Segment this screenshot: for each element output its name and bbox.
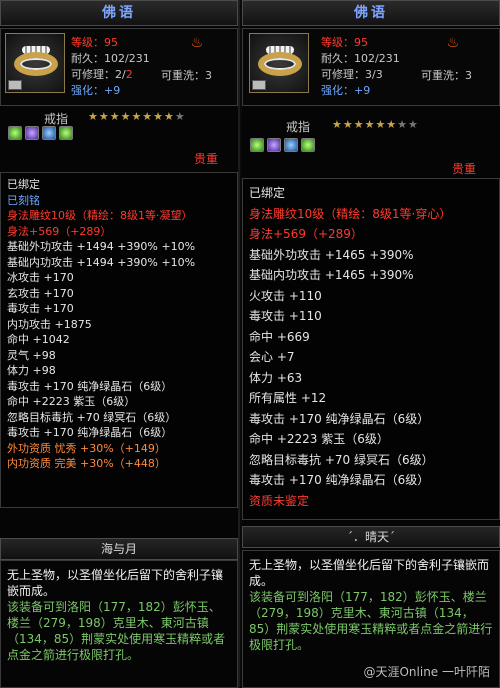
item-reset: 可重洗：3 bbox=[421, 69, 472, 82]
item-repair: 可修理：3/3 bbox=[321, 68, 383, 81]
attr-line: 毒攻击 +170 bbox=[7, 302, 74, 315]
item-enhance: 强化：+9 bbox=[71, 84, 121, 97]
attr-line: 外功资质 忧秀 +30%（+149） bbox=[7, 441, 166, 455]
rarity-label: 贵重 bbox=[194, 152, 219, 166]
gem-slot-green-icon[interactable] bbox=[250, 138, 264, 152]
attr-line: 毒攻击 +170 纯净绿晶石（6级） bbox=[249, 473, 430, 487]
fire-icon: ♨ bbox=[446, 35, 460, 51]
attr-line: 身法+569（+289） bbox=[7, 224, 112, 238]
gem-slot-purple-icon[interactable] bbox=[25, 126, 39, 140]
star-rating: ★★★★★★★★ bbox=[332, 118, 419, 131]
item-title: 佛语 bbox=[242, 0, 500, 26]
attr-line: 灵气 +98 bbox=[7, 348, 56, 362]
bound-badge-icon bbox=[252, 80, 266, 90]
owner-name: ´．晴天´ bbox=[242, 526, 500, 548]
attr-line: 身法雕纹10级（精绘：8级1等·穿心） bbox=[249, 206, 452, 221]
attr-line: 身法雕纹10级（精绘：8级1等·凝望） bbox=[7, 209, 193, 222]
attr-line: 会心 +7 bbox=[249, 350, 295, 364]
attr-line: 忽略目标毒抗 +70 绿冥石（6级） bbox=[249, 452, 434, 467]
attr-line: 冰攻击 +170 bbox=[7, 271, 74, 284]
socket-hint-text: 该装备可到洛阳（177，182）彭怀玉、楼兰（279，198）克里木、東河古镇（… bbox=[249, 590, 493, 652]
gem-slots bbox=[8, 126, 73, 140]
attr-line: 体力 +98 bbox=[7, 364, 56, 377]
ring-band-icon bbox=[258, 52, 302, 76]
gem-slots bbox=[250, 138, 315, 152]
gem-slot-green-icon[interactable] bbox=[8, 126, 22, 140]
attr-line: 忽略目标毒抗 +70 绿冥石（6级） bbox=[7, 410, 177, 424]
description-text: 无上圣物，以圣僧坐化后留下的舍利子镶嵌而成。 bbox=[249, 558, 490, 588]
attr-line: 命中 +1042 bbox=[7, 333, 70, 346]
item-description: 无上圣物，以圣僧坐化后留下的舍利子镶嵌而成。 该装备可到洛阳（177，182）彭… bbox=[0, 560, 238, 688]
star-rating: ★★★★★★★★★ bbox=[88, 110, 186, 123]
watermark: @天涯Online 一叶阡陌 bbox=[363, 665, 490, 679]
attr-line: 毒攻击 +170 纯净绿晶石（6级） bbox=[7, 426, 173, 439]
ring-type-label: 戒指 bbox=[286, 120, 311, 134]
owner-name: 海与月 bbox=[0, 538, 238, 560]
ring-icon[interactable] bbox=[249, 33, 309, 93]
attribute-list: 已绑定 身法雕纹10级（精绘：8级1等·穿心） 身法+569（+289） 基础外… bbox=[242, 178, 500, 520]
attr-line: 玄攻击 +170 bbox=[7, 286, 74, 300]
left-tooltip-panel: 佛语 等级：95 耐久：102/231 可修理：2/2 强化：+9 可重洗：3 … bbox=[0, 0, 240, 688]
attr-line: 身法+569（+289） bbox=[249, 227, 363, 241]
attr-line: 资质未鉴定 bbox=[249, 493, 310, 508]
attribute-list: 已绑定 已刻铭 身法雕纹10级（精绘：8级1等·凝望） 身法+569（+289）… bbox=[0, 172, 238, 508]
ring-icon[interactable] bbox=[5, 33, 65, 93]
attr-line: 基础外功攻击 +1494 +390% +10% bbox=[7, 240, 196, 253]
gem-slot-green-icon-2[interactable] bbox=[59, 126, 73, 140]
attr-line: 体力 +63 bbox=[249, 370, 303, 385]
gem-slot-purple-icon[interactable] bbox=[267, 138, 281, 152]
attr-line: 火攻击 +110 bbox=[249, 288, 322, 303]
attr-line: 命中 +2223 紫玉（6级） bbox=[249, 432, 389, 446]
attr-line: 命中 +2223 紫玉（6级） bbox=[7, 395, 136, 408]
attr-line: 毒攻击 +170 纯净绿晶石（6级） bbox=[249, 411, 430, 426]
description-text: 无上圣物，以圣僧坐化后留下的舍利子镶嵌而成。 bbox=[7, 568, 224, 598]
attr-line: 命中 +669 bbox=[249, 329, 310, 344]
attr-line: 已绑定 bbox=[7, 178, 40, 191]
attr-line: 毒攻击 +110 bbox=[249, 309, 322, 323]
bound-badge-icon bbox=[8, 80, 22, 90]
item-durability: 耐久：102/231 bbox=[71, 52, 150, 65]
attr-line: 毒攻击 +170 纯净绿晶石（6级） bbox=[7, 379, 173, 393]
attr-line: 内功资质 完美 +30%（+448） bbox=[7, 457, 166, 470]
attr-line: 基础外功攻击 +1465 +390% bbox=[249, 247, 414, 262]
item-level: 等级：95 bbox=[321, 36, 368, 49]
item-durability: 耐久：102/231 bbox=[321, 52, 400, 65]
item-title: 佛语 bbox=[0, 0, 238, 26]
item-reset: 可重洗：3 bbox=[161, 69, 212, 82]
attr-line: 已绑定 bbox=[249, 186, 286, 200]
attr-line: 内功攻击 +1875 bbox=[7, 317, 92, 331]
ring-type-label: 戒指 bbox=[44, 112, 69, 126]
attr-line: 基础内功攻击 +1494 +390% +10% bbox=[7, 255, 196, 269]
item-repair: 可修理：2/2 bbox=[71, 68, 133, 81]
socket-hint-text: 该装备可到洛阳（177，182）彭怀玉、楼兰（279，198）克里木、東河古镇（… bbox=[7, 600, 226, 662]
right-tooltip-panel: 佛语 等级：95 耐久：102/231 可修理：3/3 强化：+9 可重洗：3 … bbox=[242, 0, 500, 688]
item-stats: 等级：95 耐久：102/231 可修理：3/3 强化：+9 bbox=[321, 35, 400, 99]
fire-icon: ♨ bbox=[190, 35, 204, 51]
gem-slot-blue-icon[interactable] bbox=[284, 138, 298, 152]
ring-band-icon bbox=[14, 52, 58, 76]
item-header: 等级：95 耐久：102/231 可修理：3/3 强化：+9 可重洗：3 ♨ bbox=[242, 28, 500, 106]
gem-slot-green-icon-2[interactable] bbox=[301, 138, 315, 152]
item-enhance: 强化：+9 bbox=[321, 84, 371, 97]
item-level: 等级：95 bbox=[71, 36, 118, 49]
rarity-label: 贵重 bbox=[452, 162, 477, 176]
gem-slot-blue-icon[interactable] bbox=[42, 126, 56, 140]
item-stats: 等级：95 耐久：102/231 可修理：2/2 强化：+9 bbox=[71, 35, 150, 99]
item-header: 等级：95 耐久：102/231 可修理：2/2 强化：+9 可重洗：3 ♨ bbox=[0, 28, 238, 106]
attr-line: 所有属性 +12 bbox=[249, 391, 327, 405]
attr-line: 基础内功攻击 +1465 +390% bbox=[249, 268, 414, 282]
attr-line: 已刻铭 bbox=[7, 193, 40, 207]
